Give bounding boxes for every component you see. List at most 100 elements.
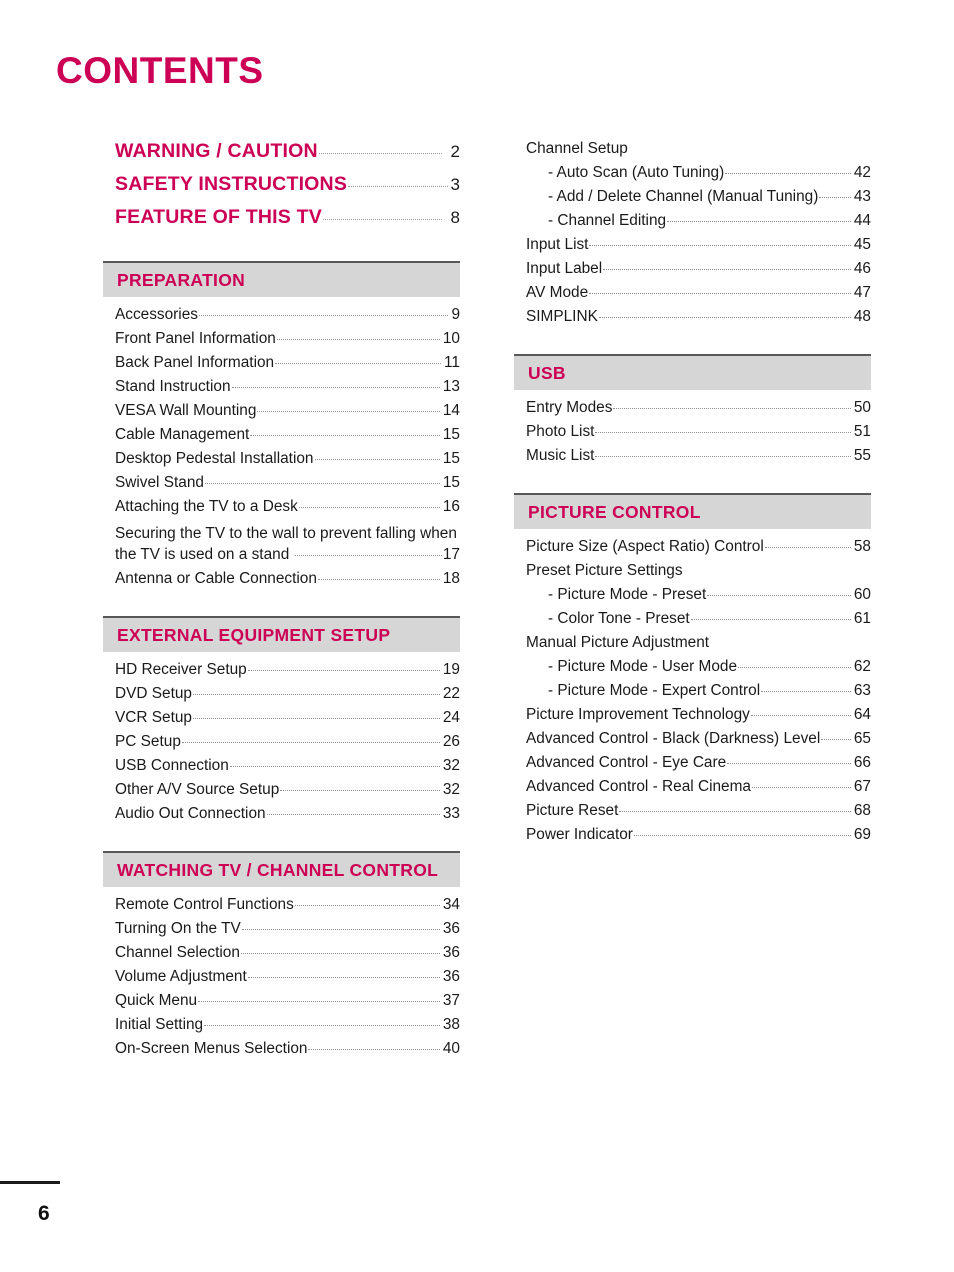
toc-entry-page-number: 26 — [442, 733, 460, 750]
toc-entry[interactable]: Cable Management 15 — [103, 426, 460, 450]
toc-toplevel-entry[interactable]: SAFETY INSTRUCTIONS 3 — [103, 173, 460, 206]
dot-leader — [314, 459, 440, 460]
toc-entry[interactable]: Antenna or Cable Connection 18 — [103, 570, 460, 594]
toc-entry[interactable]: Initial Setting 38 — [103, 1016, 460, 1040]
toc-entry[interactable]: VESA Wall Mounting 14 — [103, 402, 460, 426]
dot-leader — [821, 739, 851, 740]
toc-section: PREPARATION Accessories 9 Front Panel Infor… — [103, 261, 460, 594]
toc-entry[interactable]: Swivel Stand 15 — [103, 474, 460, 498]
dot-leader — [764, 547, 851, 548]
toc-entry-page-number: 38 — [442, 1016, 460, 1033]
toc-entry[interactable]: Input Label 46 — [514, 260, 871, 284]
toc-section: EXTERNAL EQUIPMENT SETUP HD Receiver Setu… — [103, 616, 460, 829]
toc-entry[interactable]: Volume Adjustment 36 — [103, 968, 460, 992]
toc-entry-page-number: 68 — [853, 802, 871, 819]
dot-leader — [247, 977, 440, 978]
dot-leader — [589, 245, 851, 246]
footer-page-number: 6 — [38, 1202, 50, 1225]
toc-entry[interactable]: Power Indicator 69 — [514, 826, 871, 850]
toc-entry-heading: Channel Setup — [514, 140, 871, 164]
toc-entry[interactable]: Advanced Control - Black (Darkness) Leve… — [514, 730, 871, 754]
toc-entry-page-number: 60 — [853, 586, 871, 603]
toc-entry-heading: Manual Picture Adjustment — [514, 634, 871, 658]
toc-entry-page-number: 36 — [442, 968, 460, 985]
toc-entry[interactable]: Input List 45 — [514, 236, 871, 260]
toc-entry-label: Entry Modes — [526, 399, 613, 416]
toc-entry[interactable]: Audio Out Connection 33 — [103, 805, 460, 829]
toc-entry-page-number: 37 — [442, 992, 460, 1009]
toc-entry[interactable]: - Color Tone - Preset 61 — [514, 610, 871, 634]
toc-section-entries: Entry Modes 50 Photo List 51 Music List 55 — [514, 390, 871, 471]
toc-entry[interactable]: Back Panel Information 11 — [103, 354, 460, 378]
toc-entry-page-number: 65 — [853, 730, 871, 747]
toc-entry-label: Antenna or Cable Connection — [115, 570, 317, 587]
toc-entry-label: Picture Reset — [526, 802, 619, 819]
toc-entry[interactable]: - Channel Editing 44 — [514, 212, 871, 236]
toc-toplevel-entry[interactable]: WARNING / CAUTION 2 — [103, 140, 460, 173]
toc-entry-label: Advanced Control - Real Cinema — [526, 778, 751, 795]
toc-entry-page-number: 62 — [853, 658, 871, 675]
toc-entry[interactable]: Advanced Control - Real Cinema 67 — [514, 778, 871, 802]
toc-entry[interactable]: Front Panel Information 10 — [103, 330, 460, 354]
toc-entry-page-number: 48 — [853, 308, 871, 325]
toc-section-title: EXTERNAL EQUIPMENT SETUP — [117, 624, 391, 645]
toc-entry[interactable]: - Picture Mode - Preset 60 — [514, 586, 871, 610]
toc-entry[interactable]: Stand Instruction 13 — [103, 378, 460, 402]
dot-leader — [589, 293, 851, 294]
dot-leader — [276, 339, 440, 340]
toc-entry[interactable]: Channel Selection 36 — [103, 944, 460, 968]
toc-entry-label: USB Connection — [115, 757, 229, 774]
toc-entry[interactable]: Turning On the TV 36 — [103, 920, 460, 944]
toc-entry-page-number: 32 — [442, 757, 460, 774]
toc-entry-label: VESA Wall Mounting — [115, 402, 257, 419]
dot-leader — [266, 814, 440, 815]
toc-entry-label: Cable Management — [115, 426, 250, 443]
toc-entry-page-number: 36 — [442, 944, 460, 961]
toc-entry[interactable]: PC Setup 26 — [103, 733, 460, 757]
toc-entry[interactable]: Accessories 9 — [103, 306, 460, 330]
toc-entry[interactable]: - Picture Mode - User Mode 62 — [514, 658, 871, 682]
toc-toplevel-page-number: 8 — [450, 208, 460, 227]
toc-entry[interactable]: Picture Size (Aspect Ratio) Control 58 — [514, 538, 871, 562]
toc-entry-page-number: 15 — [442, 450, 460, 467]
toc-toplevel-entry[interactable]: FEATURE OF THIS TV 8 — [103, 206, 460, 239]
dot-leader — [667, 221, 851, 222]
toc-entry-page-number: 40 — [442, 1040, 460, 1057]
toc-entry[interactable]: Photo List 51 — [514, 423, 871, 447]
toc-entry[interactable]: Picture Reset 68 — [514, 802, 871, 826]
toc-entry[interactable]: - Picture Mode - Expert Control 63 — [514, 682, 871, 706]
toc-entry-label: - Picture Mode - User Mode — [548, 658, 738, 675]
toc-entry[interactable]: DVD Setup 22 — [103, 685, 460, 709]
toc-entry[interactable]: Quick Menu 37 — [103, 992, 460, 1016]
toc-entry[interactable]: Advanced Control - Eye Care 66 — [514, 754, 871, 778]
left-sections-container: PREPARATION Accessories 9 Front Panel Infor… — [103, 261, 460, 1064]
toc-entry[interactable]: AV Mode 47 — [514, 284, 871, 308]
toc-entry-label: Volume Adjustment — [115, 968, 247, 985]
toc-entry[interactable]: Desktop Pedestal Installation 15 — [103, 450, 460, 474]
toc-entry-page-number: 15 — [442, 426, 460, 443]
toc-entry[interactable]: Remote Control Functions 34 — [103, 896, 460, 920]
toc-entry-label: Initial Setting — [115, 1016, 204, 1033]
toc-entry-label: Channel Setup — [526, 140, 628, 157]
toc-entry[interactable]: Other A/V Source Setup 32 — [103, 781, 460, 805]
toc-entry[interactable]: Attaching the TV to a Desk 16 — [103, 498, 460, 522]
toc-entry[interactable]: Music List 55 — [514, 447, 871, 471]
toc-toplevel-label: WARNING / CAUTION — [115, 140, 318, 162]
toc-entry[interactable]: VCR Setup 24 — [103, 709, 460, 733]
toc-entry[interactable]: USB Connection 32 — [103, 757, 460, 781]
toc-entry[interactable]: Picture Improvement Technology 64 — [514, 706, 871, 730]
dot-leader — [619, 811, 851, 812]
toc-entry-label: - Picture Mode - Preset — [548, 586, 707, 603]
toc-entry[interactable]: HD Receiver Setup 19 — [103, 661, 460, 685]
toc-entry-label: - Color Tone - Preset — [548, 610, 690, 627]
toc-entry-page-number: 63 — [853, 682, 871, 699]
toc-entry-page-number: 66 — [853, 754, 871, 771]
toc-entry[interactable]: - Add / Delete Channel (Manual Tuning) 43 — [514, 188, 871, 212]
toc-entry[interactable]: Securing the TV to the wall to prevent f… — [103, 522, 460, 570]
toc-entry[interactable]: - Auto Scan (Auto Tuning) 42 — [514, 164, 871, 188]
toc-entry[interactable]: Entry Modes 50 — [514, 399, 871, 423]
toc-entry[interactable]: SIMPLINK 48 — [514, 308, 871, 332]
toc-entry-label: VCR Setup — [115, 709, 192, 726]
toc-entry[interactable]: On-Screen Menus Selection 40 — [103, 1040, 460, 1064]
toc-section-header: EXTERNAL EQUIPMENT SETUP — [103, 616, 460, 652]
